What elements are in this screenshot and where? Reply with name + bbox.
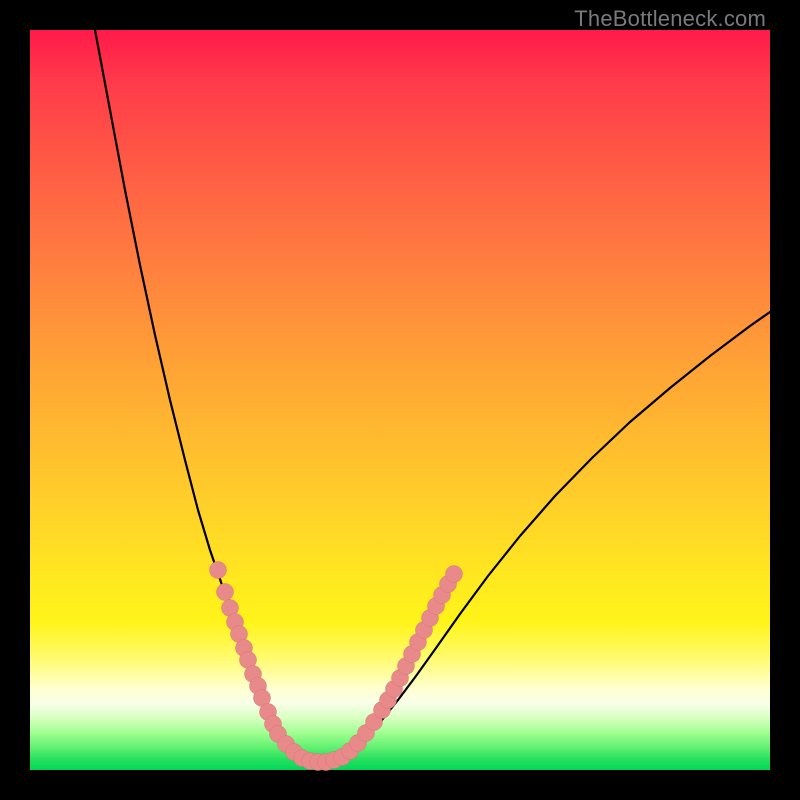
bottleneck-chart: [30, 30, 770, 770]
data-point-marker: [217, 584, 234, 601]
marker-cluster: [210, 562, 463, 771]
watermark-text: TheBottleneck.com: [574, 6, 766, 32]
bottleneck-curve: [95, 30, 770, 762]
data-point-marker: [210, 562, 227, 579]
data-point-marker: [446, 566, 463, 583]
